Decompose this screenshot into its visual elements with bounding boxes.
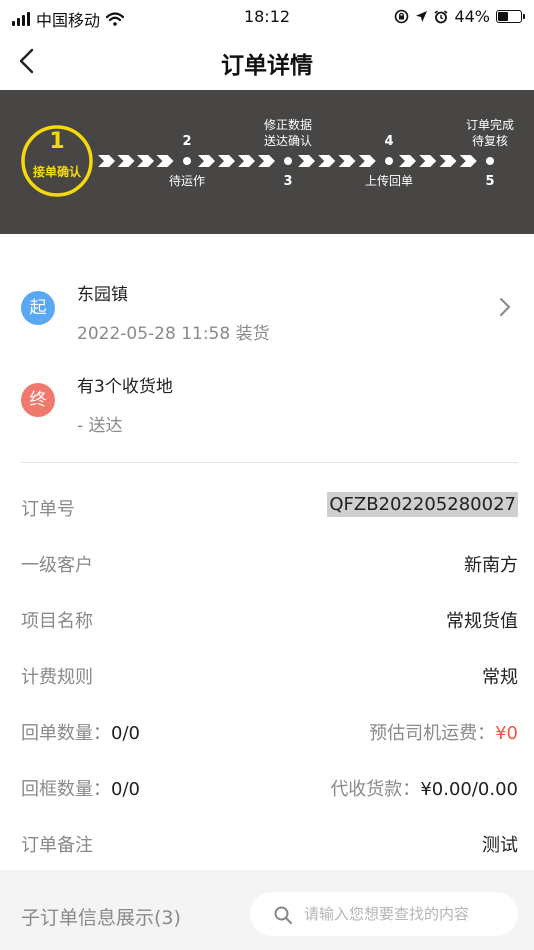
end-detail: - 送达 — [77, 416, 123, 436]
frame-count-label: 回框数量： — [21, 779, 111, 800]
end-badge: 终 — [21, 383, 55, 417]
remark-row: 订单备注 测试 — [21, 827, 518, 857]
chevron-arrow-icon — [338, 155, 356, 167]
remark-value: 测试 — [482, 835, 518, 856]
chevron-arrow-icon — [459, 155, 477, 167]
battery-percent: 44% — [454, 7, 490, 26]
chevron-arrow-icon — [218, 155, 235, 167]
search-box[interactable] — [250, 892, 518, 936]
status-bar: 中国移动 18:12 44% — [0, 0, 534, 34]
frame-cod-row: 回框数量：0/0 代收货款：¥0.00/0.00 — [21, 771, 518, 801]
order-number-row: 订单号 QFZB202205280027 — [21, 491, 518, 521]
step-5-number: 5 — [485, 174, 495, 189]
start-place: 东园镇 — [77, 285, 128, 305]
chevron-arrow-icon — [358, 155, 376, 167]
step-2-label: 待运作 — [168, 174, 205, 188]
order-number-value[interactable]: QFZB202205280027 — [327, 492, 518, 517]
suborders-section: 子订单信息展示(3) — [0, 870, 534, 950]
chevron-arrow-icon — [419, 155, 437, 167]
cod-value: ¥0.00/0.00 — [420, 779, 518, 800]
battery-fill — [498, 12, 508, 21]
step-4-label: 上传回单 — [364, 174, 413, 188]
step-3-dot — [284, 157, 292, 165]
search-icon — [274, 906, 292, 924]
chevron-arrow-icon — [98, 155, 115, 167]
page-title: 订单详情 — [221, 53, 313, 79]
chevron-arrow-icon — [137, 155, 154, 167]
receipt-count-label: 回单数量： — [21, 723, 111, 744]
receipt-freight-row: 回单数量：0/0 预估司机运费：¥0 — [21, 715, 518, 745]
step-1-number: 1 — [49, 129, 65, 154]
search-input[interactable] — [304, 900, 509, 928]
end-place: 有3个收货地 — [77, 377, 173, 397]
customer-value: 新南方 — [464, 555, 518, 576]
driver-freight-label: 预估司机运费： — [369, 723, 496, 744]
step-4-number: 4 — [384, 134, 394, 149]
step-1-label: 接单确认 — [32, 165, 81, 179]
alarm-icon — [434, 9, 448, 23]
chevron-arrow-icon — [198, 155, 215, 167]
suborders-title: 子订单信息展示(3) — [21, 907, 181, 929]
frame-count-value: 0/0 — [111, 779, 140, 800]
customer-label: 一级客户 — [21, 555, 93, 576]
billing-row: 计费规则 常规 — [21, 659, 518, 689]
step-2-number: 2 — [182, 134, 192, 149]
step-5-label-line1: 订单完成 — [465, 118, 514, 132]
customer-row: 一级客户 新南方 — [21, 547, 518, 577]
cod: 代收货款：¥0.00/0.00 — [330, 775, 518, 801]
chevron-arrow-icon — [156, 155, 174, 167]
step-2-dot — [183, 157, 191, 165]
step-5-dot — [486, 157, 494, 165]
step-5-label-line2: 待复核 — [471, 134, 508, 148]
start-detail: 2022-05-28 11:58 装货 — [77, 324, 270, 344]
chevron-arrow-icon — [117, 155, 135, 167]
project-row: 项目名称 常规货值 — [21, 603, 518, 633]
start-badge: 起 — [21, 291, 55, 325]
project-value: 常规货值 — [446, 611, 518, 632]
order-number-label: 订单号 — [21, 499, 75, 520]
frame-count: 回框数量：0/0 — [21, 775, 140, 801]
step-3-label-line2: 送达确认 — [263, 134, 312, 148]
receipt-count-value: 0/0 — [111, 723, 140, 744]
battery-icon — [496, 10, 525, 23]
chevron-right-icon[interactable] — [498, 296, 512, 318]
driver-freight: 预估司机运费：¥0 — [369, 719, 518, 745]
progress-banner: 1 接单确认 2 待运作 修正数据 送达确认 3 4 上传回单 订单完成 待复核… — [0, 90, 534, 234]
receipt-count: 回单数量：0/0 — [21, 719, 140, 745]
status-right: 44% — [394, 7, 525, 26]
remark-label: 订单备注 — [21, 835, 93, 856]
billing-label: 计费规则 — [21, 667, 93, 688]
step-3-number: 3 — [283, 174, 293, 189]
driver-freight-value: ¥0 — [495, 723, 518, 744]
chevron-arrow-icon — [238, 155, 255, 167]
location-arrow-icon — [416, 11, 428, 22]
chevron-arrow-icon — [258, 155, 275, 167]
step-3-label-line1: 修正数据 — [263, 118, 312, 132]
divider — [21, 462, 518, 463]
chevron-arrow-icon — [298, 155, 315, 167]
cod-label: 代收货款： — [330, 779, 421, 800]
step-4-dot — [385, 157, 393, 165]
project-label: 项目名称 — [21, 611, 93, 632]
chevron-arrow-icon — [439, 155, 457, 167]
chevron-arrow-icon — [318, 155, 336, 167]
nav-bar: 订单详情 — [0, 34, 534, 90]
chevron-arrow-icon — [399, 155, 416, 167]
billing-value: 常规 — [482, 667, 518, 688]
progress-track — [21, 125, 494, 197]
rotation-lock-icon — [395, 9, 409, 24]
